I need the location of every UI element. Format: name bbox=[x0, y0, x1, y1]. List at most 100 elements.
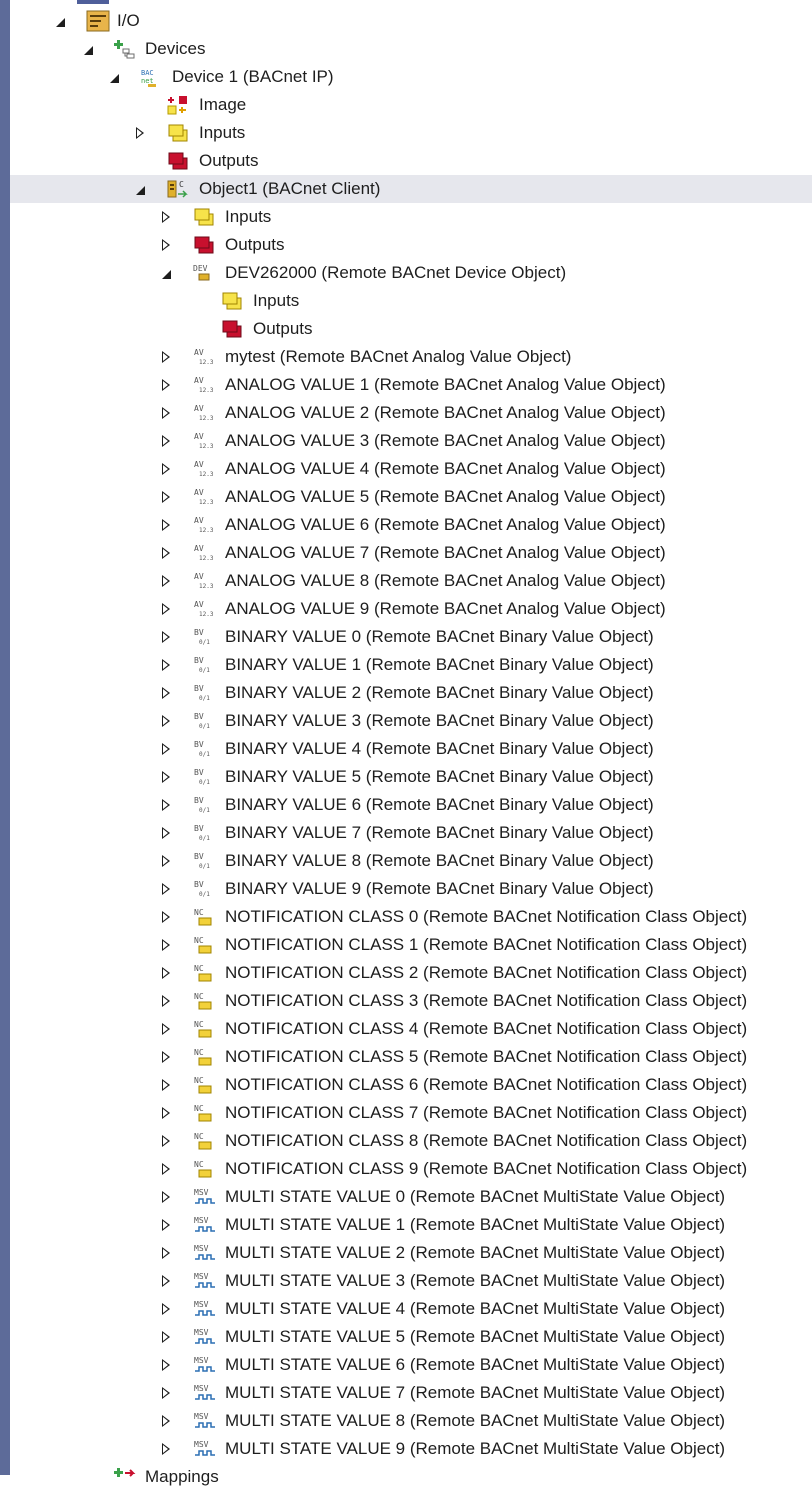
tree-item-object1-inputs[interactable]: Inputs bbox=[10, 203, 812, 231]
collapsed-arrow-icon[interactable] bbox=[160, 539, 172, 567]
tree-item-remote-object[interactable]: MSV MULTI STATE VALUE 4 (Remote BACnet Mu… bbox=[10, 1295, 812, 1323]
tree-item-remote-object[interactable]: AV 12.3 ANALOG VALUE 1 (Remote BACnet Anal… bbox=[10, 371, 812, 399]
tree-item-remote-object[interactable]: MSV MULTI STATE VALUE 7 (Remote BACnet Mu… bbox=[10, 1379, 812, 1407]
tree-item-dev262000[interactable]: DEV DEV262000 (Remote BACnet Device Obje… bbox=[10, 259, 812, 287]
collapsed-arrow-icon[interactable] bbox=[160, 1379, 172, 1407]
collapsed-arrow-icon[interactable] bbox=[160, 371, 172, 399]
tree-item-object1-outputs[interactable]: Outputs bbox=[10, 231, 812, 259]
tree-item-remote-object[interactable]: AV 12.3 ANALOG VALUE 3 (Remote BACnet Anal… bbox=[10, 427, 812, 455]
tree-item-remote-object[interactable]: MSV MULTI STATE VALUE 3 (Remote BACnet Mu… bbox=[10, 1267, 812, 1295]
tree-item-remote-object[interactable]: NC NOTIFICATION CLASS 3 (Remote BACnet No… bbox=[10, 987, 812, 1015]
collapsed-arrow-icon[interactable] bbox=[160, 847, 172, 875]
expanded-arrow-icon[interactable] bbox=[108, 63, 120, 91]
collapsed-arrow-icon[interactable] bbox=[160, 203, 172, 231]
collapsed-arrow-icon[interactable] bbox=[160, 903, 172, 931]
tree-item-remote-object[interactable]: MSV MULTI STATE VALUE 2 (Remote BACnet Mu… bbox=[10, 1239, 812, 1267]
collapsed-arrow-icon[interactable] bbox=[160, 455, 172, 483]
tree-item-remote-object[interactable]: MSV MULTI STATE VALUE 1 (Remote BACnet Mu… bbox=[10, 1211, 812, 1239]
tree-item-devices[interactable]: Devices bbox=[10, 35, 812, 63]
collapsed-arrow-icon[interactable] bbox=[160, 1267, 172, 1295]
expanded-arrow-icon[interactable] bbox=[160, 259, 172, 287]
tree-item-remote-object[interactable]: BV 0/1 BINARY VALUE 8 (Remote BACnet Binar… bbox=[10, 847, 812, 875]
expanded-arrow-icon[interactable] bbox=[54, 7, 66, 35]
tree-item-remote-object[interactable]: NC NOTIFICATION CLASS 9 (Remote BACnet No… bbox=[10, 1155, 812, 1183]
collapsed-arrow-icon[interactable] bbox=[160, 343, 172, 371]
collapsed-arrow-icon[interactable] bbox=[160, 679, 172, 707]
collapsed-arrow-icon[interactable] bbox=[160, 1211, 172, 1239]
collapsed-arrow-icon[interactable] bbox=[160, 819, 172, 847]
tree-item-device-inputs[interactable]: Inputs bbox=[10, 119, 812, 147]
collapsed-arrow-icon[interactable] bbox=[160, 1295, 172, 1323]
tree-item-remote-object[interactable]: NC NOTIFICATION CLASS 2 (Remote BACnet No… bbox=[10, 959, 812, 987]
collapsed-arrow-icon[interactable] bbox=[160, 875, 172, 903]
tree-item-object1[interactable]: C Object1 (BACnet Client) bbox=[10, 175, 812, 203]
tree-item-remote-object[interactable]: MSV MULTI STATE VALUE 8 (Remote BACnet Mu… bbox=[10, 1407, 812, 1435]
collapsed-arrow-icon[interactable] bbox=[160, 1155, 172, 1183]
tree-item-remote-object[interactable]: AV 12.3 ANALOG VALUE 8 (Remote BACnet Anal… bbox=[10, 567, 812, 595]
collapsed-arrow-icon[interactable] bbox=[160, 511, 172, 539]
tree-item-device-1[interactable]: BAC net Device 1 (BACnet IP) bbox=[10, 63, 812, 91]
tree-item-dev-inputs[interactable]: Inputs bbox=[10, 287, 812, 315]
tree-item-remote-object[interactable]: BV 0/1 BINARY VALUE 0 (Remote BACnet Binar… bbox=[10, 623, 812, 651]
expanded-arrow-icon[interactable] bbox=[82, 35, 94, 63]
tree-item-remote-object[interactable]: NC NOTIFICATION CLASS 0 (Remote BACnet No… bbox=[10, 903, 812, 931]
tree-item-remote-object[interactable]: AV 12.3 ANALOG VALUE 7 (Remote BACnet Anal… bbox=[10, 539, 812, 567]
tree-item-remote-object[interactable]: AV 12.3 ANALOG VALUE 4 (Remote BACnet Anal… bbox=[10, 455, 812, 483]
collapsed-arrow-icon[interactable] bbox=[160, 1183, 172, 1211]
collapsed-arrow-icon[interactable] bbox=[160, 427, 172, 455]
tree-item-remote-object[interactable]: NC NOTIFICATION CLASS 5 (Remote BACnet No… bbox=[10, 1043, 812, 1071]
tree-item-remote-object[interactable]: NC NOTIFICATION CLASS 6 (Remote BACnet No… bbox=[10, 1071, 812, 1099]
collapsed-arrow-icon[interactable] bbox=[160, 707, 172, 735]
tree-item-remote-object[interactable]: MSV MULTI STATE VALUE 5 (Remote BACnet Mu… bbox=[10, 1323, 812, 1351]
tree-item-remote-object[interactable]: AV 12.3 ANALOG VALUE 9 (Remote BACnet Anal… bbox=[10, 595, 812, 623]
collapsed-arrow-icon[interactable] bbox=[160, 1435, 172, 1463]
collapsed-arrow-icon[interactable] bbox=[160, 1099, 172, 1127]
collapsed-arrow-icon[interactable] bbox=[160, 399, 172, 427]
collapsed-arrow-icon[interactable] bbox=[160, 791, 172, 819]
tree-item-remote-object[interactable]: BV 0/1 BINARY VALUE 3 (Remote BACnet Binar… bbox=[10, 707, 812, 735]
collapsed-arrow-icon[interactable] bbox=[160, 987, 172, 1015]
tree-item-remote-object[interactable]: NC NOTIFICATION CLASS 8 (Remote BACnet No… bbox=[10, 1127, 812, 1155]
collapsed-arrow-icon[interactable] bbox=[160, 1043, 172, 1071]
collapsed-arrow-icon[interactable] bbox=[160, 1323, 172, 1351]
tree-item-dev-outputs[interactable]: Outputs bbox=[10, 315, 812, 343]
collapsed-arrow-icon[interactable] bbox=[160, 595, 172, 623]
collapsed-arrow-icon[interactable] bbox=[160, 735, 172, 763]
collapsed-arrow-icon[interactable] bbox=[160, 483, 172, 511]
tree-item-remote-object[interactable]: BV 0/1 BINARY VALUE 4 (Remote BACnet Binar… bbox=[10, 735, 812, 763]
tree-item-remote-object[interactable]: NC NOTIFICATION CLASS 7 (Remote BACnet No… bbox=[10, 1099, 812, 1127]
tree-item-remote-object[interactable]: BV 0/1 BINARY VALUE 1 (Remote BACnet Binar… bbox=[10, 651, 812, 679]
tree-item-remote-object[interactable]: BV 0/1 BINARY VALUE 7 (Remote BACnet Binar… bbox=[10, 819, 812, 847]
collapsed-arrow-icon[interactable] bbox=[160, 231, 172, 259]
tree-item-io[interactable]: I/O bbox=[10, 7, 812, 35]
tree-item-mappings[interactable]: Mappings bbox=[10, 1463, 812, 1491]
collapsed-arrow-icon[interactable] bbox=[160, 931, 172, 959]
collapsed-arrow-icon[interactable] bbox=[160, 1407, 172, 1435]
tree-item-remote-object[interactable]: BV 0/1 BINARY VALUE 6 (Remote BACnet Binar… bbox=[10, 791, 812, 819]
tree-item-image[interactable]: Image bbox=[10, 91, 812, 119]
tree-item-remote-object[interactable]: MSV MULTI STATE VALUE 9 (Remote BACnet Mu… bbox=[10, 1435, 812, 1463]
collapsed-arrow-icon[interactable] bbox=[160, 651, 172, 679]
collapsed-arrow-icon[interactable] bbox=[160, 1015, 172, 1043]
tree-item-remote-object[interactable]: AV 12.3 ANALOG VALUE 6 (Remote BACnet Anal… bbox=[10, 511, 812, 539]
collapsed-arrow-icon[interactable] bbox=[134, 119, 146, 147]
collapsed-arrow-icon[interactable] bbox=[160, 763, 172, 791]
tree-item-remote-object[interactable]: NC NOTIFICATION CLASS 4 (Remote BACnet No… bbox=[10, 1015, 812, 1043]
collapsed-arrow-icon[interactable] bbox=[160, 1071, 172, 1099]
tree-item-remote-object[interactable]: AV 12.3 ANALOG VALUE 2 (Remote BACnet Anal… bbox=[10, 399, 812, 427]
tree-item-remote-object[interactable]: AV 12.3 ANALOG VALUE 5 (Remote BACnet Anal… bbox=[10, 483, 812, 511]
tree-item-remote-object[interactable]: BV 0/1 BINARY VALUE 9 (Remote BACnet Binar… bbox=[10, 875, 812, 903]
collapsed-arrow-icon[interactable] bbox=[160, 1127, 172, 1155]
expanded-arrow-icon[interactable] bbox=[134, 175, 146, 203]
tree-item-device-outputs[interactable]: Outputs bbox=[10, 147, 812, 175]
collapsed-arrow-icon[interactable] bbox=[160, 567, 172, 595]
collapsed-arrow-icon[interactable] bbox=[160, 623, 172, 651]
tree-item-remote-object[interactable]: BV 0/1 BINARY VALUE 5 (Remote BACnet Binar… bbox=[10, 763, 812, 791]
collapsed-arrow-icon[interactable] bbox=[160, 1239, 172, 1267]
tree-item-remote-object[interactable]: NC NOTIFICATION CLASS 1 (Remote BACnet No… bbox=[10, 931, 812, 959]
collapsed-arrow-icon[interactable] bbox=[160, 959, 172, 987]
collapsed-arrow-icon[interactable] bbox=[160, 1351, 172, 1379]
tree-item-remote-object[interactable]: AV 12.3 mytest (Remote BACnet Analog Value… bbox=[10, 343, 812, 371]
tree-item-remote-object[interactable]: MSV MULTI STATE VALUE 6 (Remote BACnet Mu… bbox=[10, 1351, 812, 1379]
tree-item-remote-object[interactable]: MSV MULTI STATE VALUE 0 (Remote BACnet Mu… bbox=[10, 1183, 812, 1211]
